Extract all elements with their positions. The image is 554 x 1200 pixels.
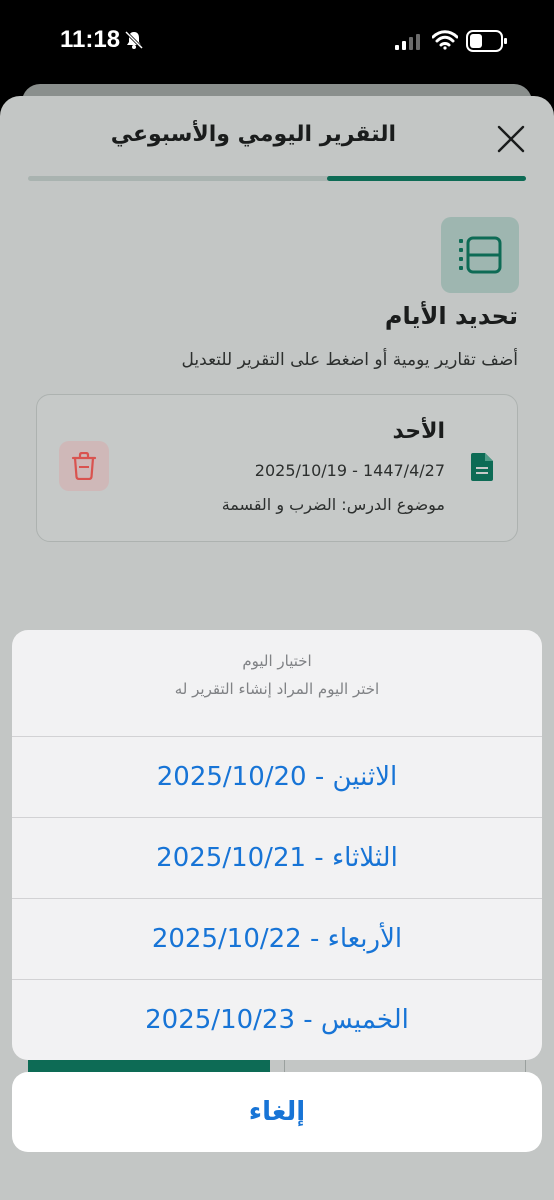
delete-report-button[interactable]: [59, 441, 109, 491]
action-sheet-message: اختر اليوم المراد إنشاء التقرير له: [174, 680, 380, 698]
report-date: 2025/10/19 - 1447/4/27: [254, 461, 445, 480]
action-sheet-header: اختيار اليوم اختر اليوم المراد إنشاء الت…: [12, 630, 542, 737]
action-sheet-title: اختيار اليوم: [242, 652, 312, 670]
document-icon: [471, 453, 493, 481]
trash-icon: [71, 452, 97, 480]
day-option-monday[interactable]: الاثنين - 2025/10/20: [12, 737, 542, 818]
battery-icon: [466, 30, 507, 52]
status-time: 11:18: [60, 26, 121, 53]
day-option-thursday[interactable]: الخميس - 2025/10/23: [12, 980, 542, 1060]
cancel-button[interactable]: إلغاء: [12, 1072, 542, 1152]
progress-bar: [28, 176, 526, 181]
bell-muted-icon: [124, 30, 144, 50]
section-icon-box: [441, 217, 519, 293]
progress-fill: [326, 176, 526, 181]
report-card[interactable]: الأحد 2025/10/19 - 1447/4/27 موضوع الدرس…: [36, 394, 518, 542]
report-day: الأحد: [392, 419, 446, 444]
section-subtitle: أضف تقارير يومية أو اضغط على التقرير للت…: [181, 350, 518, 370]
day-option-wednesday[interactable]: الأربعاء - 2025/10/22: [12, 899, 542, 980]
day-option-tuesday[interactable]: الثلاثاء - 2025/10/21: [12, 818, 542, 899]
report-topic: موضوع الدرس: الضرب و القسمة: [221, 495, 445, 514]
day-picker-action-sheet: اختيار اليوم اختر اليوم المراد إنشاء الت…: [12, 630, 542, 1060]
close-icon[interactable]: [494, 122, 528, 156]
wifi-icon: [432, 30, 458, 50]
section-title: تحديد الأيام: [384, 302, 518, 330]
cellular-signal-icon: [395, 34, 420, 50]
status-bar: 11:18: [0, 0, 554, 84]
list-icon: [459, 236, 502, 274]
sheet-title: التقرير اليومي والأسبوعي: [110, 122, 396, 147]
